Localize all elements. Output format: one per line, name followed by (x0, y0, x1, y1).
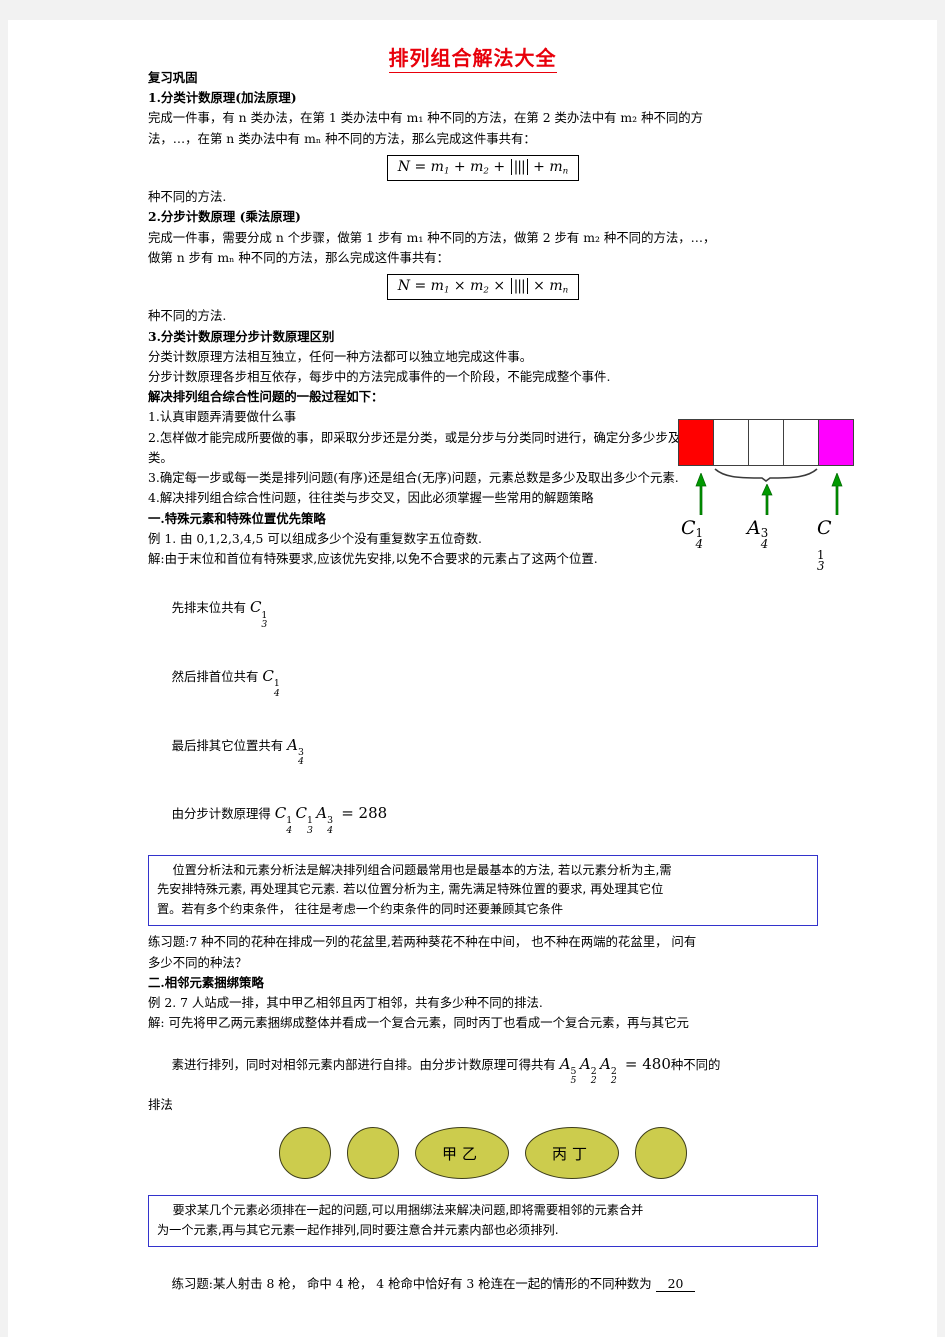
callout-strategy-1: 位置分析法和元素分析法是解决排列组合问题最常用也是最基本的方法, 若以元素分析为… (148, 854, 818, 927)
principle-2-line-1: 完成一件事，需要分成 n 个步骤，做第 1 步有 m₁ 种不同的方法，做第 2 … (148, 229, 716, 245)
strategy-2-solution-line-1: 解: 可先将甲乙两元素捆绑成整体并看成一个复合元素，同时丙丁也看成一个复合元素，… (148, 1015, 689, 1031)
formula-multiplication-principle: N = m1 × m2 × ||| × mn (386, 274, 580, 301)
document-content: 复习巩固 1.分类计数原理(加法原理) 完成一件事，有 n 类办法，在第 1 类… (148, 68, 854, 1314)
principle-3-line-2: 分步计数原理各步相互依存，每步中的方法完成事件的一个阶段，不能完成整个事件. (148, 369, 611, 385)
callout-strategy-2: 要求某几个元素必须排在一起的问题,可以用捆绑法来解决问题,即将需要相邻的元素合并… (148, 1195, 818, 1248)
strategy-2-practice-text: 练习题:某人射击 8 枪， 命中 4 枪， 4 枪命中恰好有 3 枪连在一起的情… (171, 1275, 656, 1291)
callout-1-line-1: 位置分析法和元素分析法是解决排列组合问题最常用也是最基本的方法, 若以元素分析为… (157, 862, 672, 877)
principle-2-line-2: 做第 n 步有 mₙ 种不同的方法，那么完成这件事共有： (148, 249, 450, 265)
formula-addition-principle: N = m1 + m2 + ||| + mn (386, 154, 580, 182)
ellipse-bundle-jiayi: 甲乙 (415, 1127, 509, 1180)
principle-1-line-2: 法，…，在第 n 类办法中有 mₙ 种不同的方法，那么完成这件事共有： (148, 130, 536, 146)
principle-3-line-1: 分类计数原理方法相互独立，任何一种方法都可以独立地完成这件事。 (148, 348, 533, 364)
position-cell-last (819, 420, 853, 466)
strategy-1-example: 例 1. 由 0,1,2,3,4,5 可以组成多少个没有重复数字五位奇数. (148, 530, 482, 546)
practice-answer-blank: 20 (655, 1275, 696, 1292)
callout-1-line-2: 先安排特殊元素, 再处理其它元素. 若以位置分析为主, 需先满足特殊位置的要求,… (157, 882, 664, 897)
strategy-2-example: 例 2. 7 人站成一排，其中甲乙相邻且丙丁相邻，共有多少种不同的排法. (148, 994, 543, 1010)
strategy-1-step-3: 最后排其它位置共有 A34 (171, 735, 304, 768)
arrow-label-middle: A34 (747, 517, 769, 552)
strategy-2-solution-line-2: 素进行排列，同时对相邻元素内部进行自排。由分步计数原理可得共有 A55A22A2… (171, 1054, 721, 1087)
document-page: 排列组合解法大全 复习巩固 1.分类计数原理(加法原理) 完成一件事，有 n 类… (8, 20, 937, 1337)
strategy-1-final: 由分步计数原理得 C14C13A34 = 288 (171, 804, 388, 836)
position-box-row (678, 419, 854, 467)
strategy-1-step-1: 先排末位共有 C13 (171, 598, 268, 630)
strategy-1-step-2: 然后排首位共有 C14 (171, 666, 280, 699)
ellipse-element-5 (635, 1127, 687, 1180)
arrow-middle-positions (761, 484, 773, 516)
middle-brace-icon (714, 468, 818, 483)
strategy-2-practice: 练习题:某人射击 8 枪， 命中 4 枪， 4 枪命中恰好有 3 枪连在一起的情… (148, 1253, 818, 1314)
heading-strategy-2: 二.相邻元素捆绑策略 (148, 974, 264, 990)
arrow-label-first: C14 (681, 517, 704, 552)
page-title: 排列组合解法大全 (8, 42, 937, 73)
process-step-4: 4.解决排列组合综合性问题，往往类与步交叉，因此必须掌握一些常用的解题策略 (148, 490, 594, 506)
heading-general-process: 解决排列组合综合性问题的一般过程如下： (148, 389, 384, 405)
position-cell-first (679, 420, 714, 466)
strategy-1-practice-line-2: 多少不同的种法？ (148, 954, 248, 970)
principle-1-tail: 种不同的方法. (148, 189, 227, 205)
principle-2-tail: 种不同的方法. (148, 308, 227, 324)
bundling-ellipse-diagram: 甲乙 丙丁 (148, 1125, 818, 1181)
heading-strategy-1: 一.特殊元素和特殊位置优先策略 (148, 510, 326, 526)
arrow-label-last: C13 (817, 517, 832, 574)
position-cell-3 (749, 420, 784, 466)
position-cell-2 (714, 420, 749, 466)
section-heading-review: 复习巩固 (148, 70, 198, 85)
strategy-2-solution-line-3: 排法 (148, 1096, 173, 1112)
ellipse-element-2 (347, 1127, 399, 1180)
heading-principle-3: 3.分类计数原理分步计数原理区别 (148, 328, 335, 344)
callout-2-line-1: 要求某几个元素必须排在一起的问题,可以用捆绑法来解决问题,即将需要相邻的元素合并 (157, 1203, 644, 1218)
callout-1-line-3: 置。若有多个约束条件， 往往是考虑一个约束条件的同时还要兼顾其它条件 (157, 901, 564, 916)
heading-principle-1: 1.分类计数原理(加法原理) (148, 90, 297, 106)
principle-1-line-1: 完成一件事，有 n 类办法，在第 1 类办法中有 m₁ 种不同的方法，在第 2 … (148, 110, 704, 126)
position-cell-4 (784, 420, 819, 466)
heading-principle-2: 2.分步计数原理 (乘法原理) (148, 209, 301, 225)
arrow-first-position (695, 473, 707, 516)
strategy-1-practice-line-1: 练习题:7 种不同的花种在排成一列的花盆里,若两种葵花不种在中间， 也不种在两端… (148, 934, 697, 950)
strategy-1-solution-intro: 解:由于末位和首位有特殊要求,应该优先安排,以免不合要求的元素占了这两个位置. (148, 550, 598, 566)
arrow-last-position (831, 473, 843, 516)
ellipse-element-1 (279, 1127, 331, 1180)
ellipse-bundle-bingding: 丙丁 (525, 1127, 619, 1180)
callout-2-line-2: 为一个元素,再与其它元素一起作排列,同时要注意合并元素内部也必须排列. (157, 1222, 559, 1237)
